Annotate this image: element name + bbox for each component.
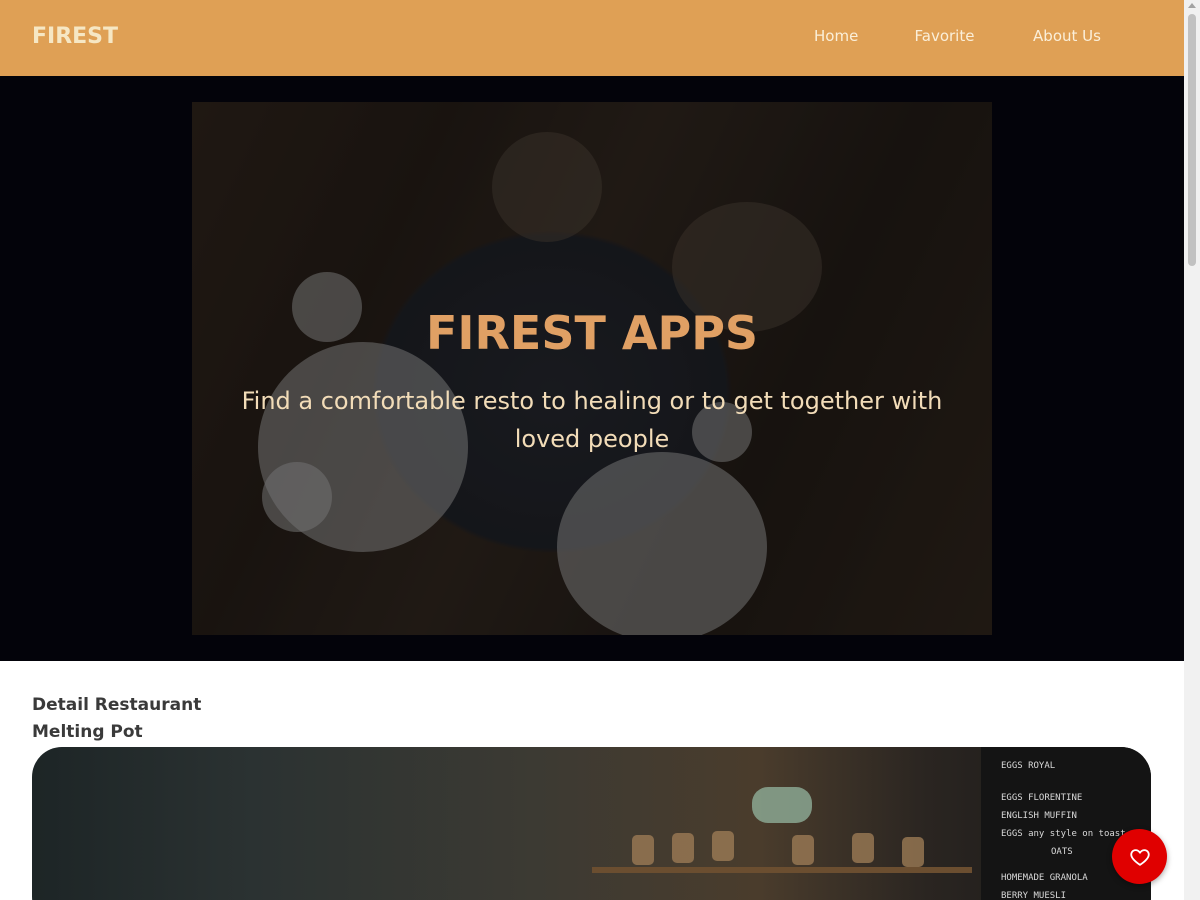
main-nav: Home Favorite About Us	[790, 24, 1127, 48]
scroll-up-arrow-icon[interactable]	[1188, 3, 1196, 8]
brand-logo[interactable]: FIREST	[32, 24, 118, 49]
nav-link-about-us[interactable]: About Us	[1007, 24, 1127, 48]
restaurant-name: Melting Pot	[32, 722, 143, 742]
hero-section: FIREST APPS Find a comfortable resto to …	[0, 76, 1184, 661]
favorite-button[interactable]	[1112, 829, 1167, 884]
app-bar: FIREST Home Favorite About Us	[0, 0, 1184, 76]
page-scrollbar[interactable]	[1184, 0, 1200, 900]
heart-outline-icon	[1129, 848, 1150, 866]
hero-text: FIREST APPS Find a comfortable resto to …	[192, 102, 992, 635]
restaurant-image: EGGS ROYAL EGGS FLORENTINE ENGLISH MUFFI…	[32, 747, 1151, 900]
hero-title: FIREST APPS	[425, 305, 759, 360]
nav-link-favorite[interactable]: Favorite	[882, 24, 1007, 48]
hero-subtitle: Find a comfortable resto to healing or t…	[241, 386, 943, 453]
scrollbar-thumb[interactable]	[1188, 14, 1196, 266]
nav-link-home[interactable]: Home	[790, 24, 882, 48]
section-heading: Detail Restaurant	[32, 695, 202, 715]
